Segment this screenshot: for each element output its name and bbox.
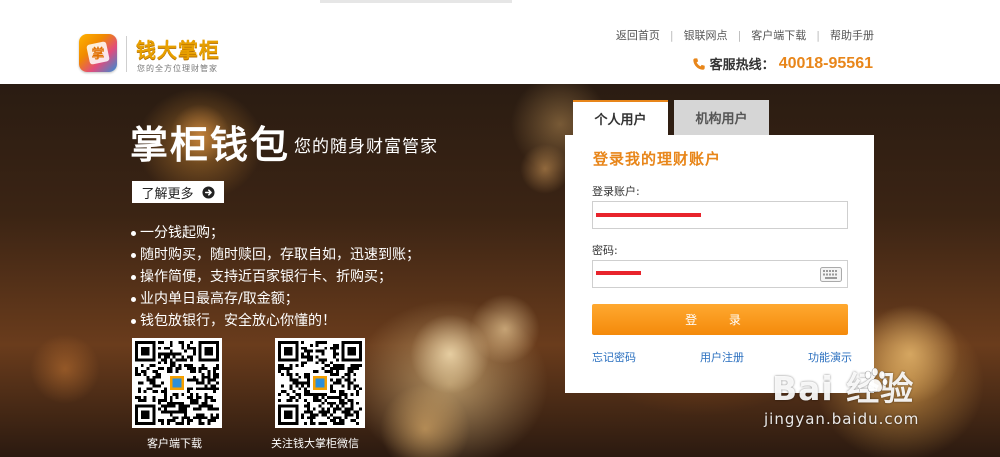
qr-caption-wechat: 关注钱大掌柜微信 bbox=[271, 437, 359, 450]
qr-caption-client-download: 客户端下载 bbox=[147, 437, 202, 450]
logo-name[interactable]: 钱大掌柜 bbox=[136, 34, 220, 63]
account-field-wrapper bbox=[592, 201, 848, 229]
tab-personal-user[interactable]: 个人用户 bbox=[573, 100, 668, 135]
bokeh-light bbox=[470, 294, 540, 364]
tab-institution-user[interactable]: 机构用户 bbox=[674, 100, 769, 135]
login-panel: 登录我的理财账户 登录账户: 密码: 登 录 忘记密码 用户注册 功能演示 bbox=[565, 135, 874, 393]
hero-title: 掌柜钱包 bbox=[130, 122, 291, 167]
customer-hotline: 客服热线： 40018-95561 bbox=[692, 54, 873, 73]
bullet-icon bbox=[131, 318, 136, 324]
bullet-icon bbox=[131, 274, 136, 280]
soft-keyboard-icon[interactable] bbox=[820, 267, 842, 282]
redaction-mark bbox=[596, 213, 701, 217]
learn-more-label: 了解更多 bbox=[141, 186, 194, 202]
learn-more-button[interactable]: 了解更多 bbox=[132, 181, 224, 203]
hotline-number: 40018-95561 bbox=[778, 54, 873, 72]
password-field-wrapper bbox=[592, 260, 848, 288]
hero-subtitle: 您的随身财富管家 bbox=[294, 137, 438, 157]
feature-item: 业内单日最高存/取金额； bbox=[131, 288, 420, 310]
bullet-icon bbox=[131, 230, 136, 236]
nav-home-link[interactable]: 返回首页 bbox=[616, 27, 660, 43]
svg-text:掌: 掌 bbox=[91, 46, 104, 62]
login-heading: 登录我的理财账户 bbox=[593, 150, 722, 168]
nav-separator: | bbox=[737, 28, 742, 42]
nav-separator: | bbox=[669, 28, 674, 42]
header-top-line bbox=[0, 0, 1000, 3]
bokeh-light bbox=[30, 334, 100, 404]
bullet-icon bbox=[131, 252, 136, 258]
nav-help-link[interactable]: 帮助手册 bbox=[830, 27, 874, 43]
account-label: 登录账户: bbox=[592, 185, 640, 198]
bullet-icon bbox=[131, 296, 136, 302]
feature-item: 一分钱起购； bbox=[131, 222, 420, 244]
login-button[interactable]: 登 录 bbox=[592, 304, 848, 335]
register-link[interactable]: 用户注册 bbox=[700, 349, 744, 365]
paw-icon bbox=[864, 367, 888, 393]
logo-divider bbox=[126, 36, 127, 72]
bokeh-light bbox=[380, 384, 470, 457]
watermark-url: jingyan.baidu.com bbox=[764, 410, 920, 428]
feature-item: 随时购买，随时赎回，存取自如，迅速到账； bbox=[131, 244, 420, 266]
feature-item: 钱包放银行，安全放心你懂的！ bbox=[131, 310, 420, 332]
logo-slogan: 您的全方位理财管家 bbox=[137, 64, 218, 73]
watermark-brand: Bai 经验 bbox=[772, 369, 915, 408]
qr-code-client-download bbox=[132, 338, 222, 428]
bokeh-light bbox=[520, 144, 570, 194]
nav-separator: | bbox=[816, 28, 820, 42]
site-header: 掌 钱大掌柜 您的全方位理财管家 返回首页 | 银联网点 | 客户端下载 | 帮… bbox=[0, 0, 1000, 84]
phone-icon bbox=[692, 57, 705, 70]
password-label: 密码: bbox=[592, 244, 618, 257]
nav-outlets-link[interactable]: 银联网点 bbox=[684, 27, 728, 43]
qr-code-wechat bbox=[275, 338, 365, 428]
hotline-label: 客服热线： bbox=[709, 58, 775, 73]
logo-icon[interactable]: 掌 bbox=[79, 34, 117, 72]
nav-client-download-link[interactable]: 客户端下载 bbox=[751, 27, 806, 43]
feature-list: 一分钱起购； 随时购买，随时赎回，存取自如，迅速到账； 操作简便，支持近百家银行… bbox=[131, 222, 420, 332]
top-navigation: 返回首页 | 银联网点 | 客户端下载 | 帮助手册 bbox=[616, 27, 874, 43]
feature-item: 操作简便，支持近百家银行卡、折购买； bbox=[131, 266, 420, 288]
arrow-right-icon bbox=[201, 185, 215, 199]
forgot-password-link[interactable]: 忘记密码 bbox=[592, 349, 636, 365]
baidu-jingyan-watermark: Bai 经验 jingyan.baidu.com bbox=[752, 358, 997, 454]
redaction-mark bbox=[596, 271, 641, 275]
